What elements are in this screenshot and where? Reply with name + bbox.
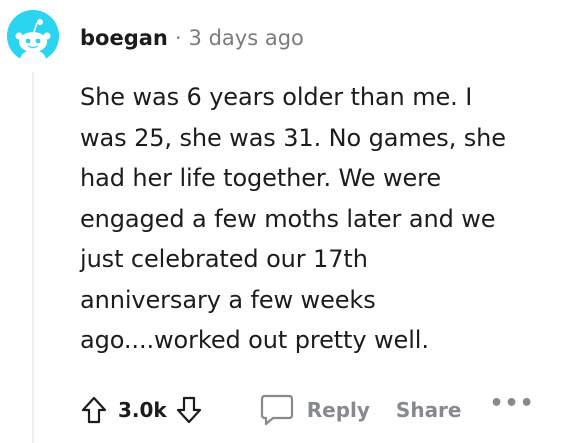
- comment-body-line: anniversary a few weeks: [80, 285, 376, 314]
- comment-body-line: was 25, she was 31. No games, she: [80, 123, 506, 152]
- comment-header: boegan · 3 days ago: [80, 22, 304, 54]
- reply-label: Reply: [306, 398, 370, 422]
- reply-button[interactable]: Reply: [259, 393, 370, 427]
- more-options-button[interactable]: •••: [490, 393, 535, 415]
- snoo-avatar-icon: [7, 10, 59, 62]
- comment-body-line: had her life together. We were: [80, 164, 442, 192]
- comment-actions: 3.0k Reply Share •••: [78, 388, 535, 432]
- comment: boegan · 3 days ago She was 6 years olde…: [0, 0, 564, 443]
- comment-body: She was 6 years older than me. I was 25,…: [80, 77, 550, 361]
- thread-line[interactable]: [32, 72, 34, 443]
- comment-body-line: She was 6 years older than me. I: [80, 83, 473, 111]
- separator-dot: ·: [174, 26, 182, 50]
- downvote-arrow-icon[interactable]: [173, 392, 205, 428]
- timestamp[interactable]: 3 days ago: [189, 26, 304, 50]
- upvote-arrow-icon[interactable]: [78, 392, 110, 428]
- comment-body-line: ago....worked out pretty well.: [80, 326, 429, 354]
- share-button[interactable]: Share: [396, 398, 462, 422]
- comment-body-line: just celebrated our 17th: [80, 245, 368, 273]
- author-name[interactable]: boegan: [80, 26, 168, 50]
- comment-body-line: engaged a few moths later and we: [80, 204, 496, 233]
- comment-bubble-icon: [260, 394, 293, 426]
- vote-score: 3.0k: [118, 398, 167, 422]
- avatar[interactable]: [7, 10, 59, 62]
